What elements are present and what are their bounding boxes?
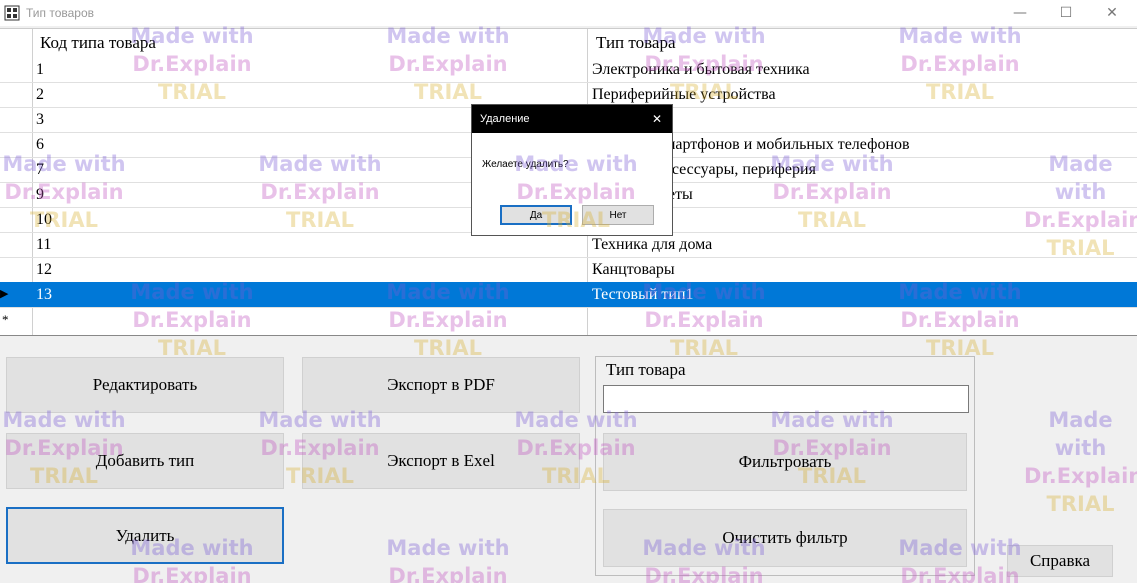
filter-type-input[interactable] <box>603 385 969 413</box>
minimize-button[interactable]: — <box>997 0 1043 26</box>
column-header-type[interactable]: Тип товара <box>596 29 676 57</box>
help-button[interactable]: Справка <box>1007 545 1113 577</box>
watermark: Made with Dr.Explain <box>384 534 512 583</box>
watermark-line2: Dr.Explain <box>1024 464 1137 488</box>
dialog-message: Желаете удалить? <box>482 159 569 170</box>
watermark-line1: Made with <box>386 536 510 560</box>
cell-type: Тестовый тип1 <box>592 286 694 303</box>
cell-code: 1 <box>36 61 44 78</box>
cell-code: 11 <box>36 236 52 253</box>
cell-type: Электроника и бытовая техника <box>592 61 810 78</box>
clear-filter-button[interactable]: Очистить фильтр <box>603 509 967 567</box>
new-row[interactable]: * <box>0 307 1137 332</box>
watermark-line3: TRIAL <box>1046 492 1115 516</box>
cell-code: 7 <box>36 161 44 178</box>
cell-type: Канцтовары <box>592 261 675 278</box>
table-row[interactable]: 1 Электроника и бытовая техника <box>0 57 1137 83</box>
dialog-no-button[interactable]: Нет <box>582 205 654 225</box>
export-excel-button[interactable]: Экспорт в Exel <box>302 433 580 489</box>
window-title: Тип товаров <box>26 6 95 20</box>
cell-code: 9 <box>36 186 44 203</box>
title-bar: Тип товаров — ☐ ✕ <box>0 0 1137 26</box>
cell-code: 12 <box>36 261 52 278</box>
new-row-marker: * <box>2 312 9 327</box>
delete-button[interactable]: Удалить <box>6 507 284 564</box>
close-button[interactable]: ✕ <box>1089 0 1135 26</box>
cell-code: 10 <box>36 211 52 228</box>
cell-code: 6 <box>36 136 44 153</box>
add-type-button[interactable]: Добавить тип <box>6 433 284 489</box>
cell-code: 13 <box>36 286 52 303</box>
cell-code: 3 <box>36 111 44 128</box>
table-row-selected[interactable]: ▶ 13 Тестовый тип1 <box>0 282 1137 308</box>
delete-confirm-dialog: Удаление ✕ Желаете удалить? Да Нет <box>471 104 673 236</box>
edit-button[interactable]: Редактировать <box>6 357 284 413</box>
watermark: Made with Dr.Explain TRIAL <box>1024 406 1137 518</box>
column-header-code[interactable]: Код типа товара <box>40 29 156 57</box>
filter-groupbox-title: Тип товара <box>604 360 688 380</box>
filter-button[interactable]: Фильтровать <box>603 433 967 491</box>
export-pdf-button[interactable]: Экспорт в PDF <box>302 357 580 413</box>
dialog-close-icon[interactable]: ✕ <box>652 105 662 133</box>
dialog-title: Удаление <box>472 105 672 133</box>
maximize-button[interactable]: ☐ <box>1043 0 1089 26</box>
cell-code: 2 <box>36 86 44 103</box>
table-row[interactable]: 12 Канцтовары <box>0 257 1137 283</box>
watermark-line2: Dr.Explain <box>132 564 252 583</box>
current-row-indicator: ▶ <box>0 288 9 300</box>
dialog-yes-button[interactable]: Да <box>500 205 572 225</box>
watermark-line2: Dr.Explain <box>388 564 508 583</box>
app-icon <box>4 5 20 21</box>
watermark-line1: Made with <box>1048 408 1113 460</box>
